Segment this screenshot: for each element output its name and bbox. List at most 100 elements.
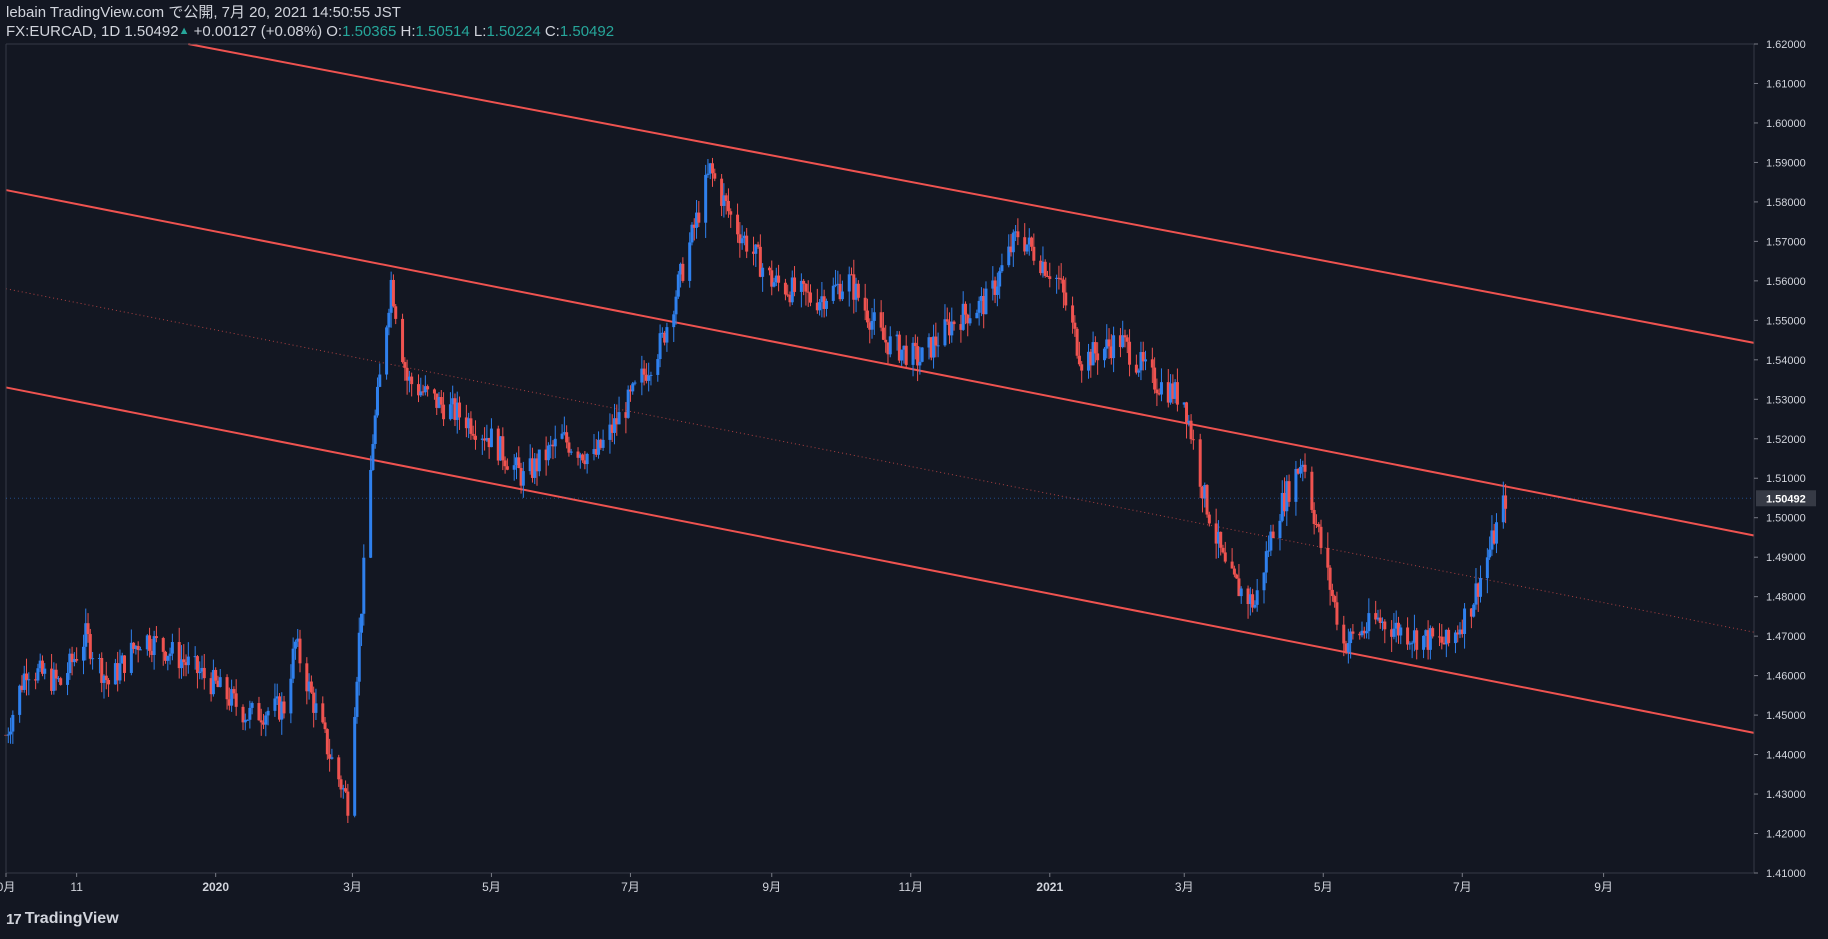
candle-body bbox=[1267, 550, 1271, 552]
candle-body bbox=[1333, 596, 1337, 603]
candle-body bbox=[59, 678, 63, 685]
candle-body bbox=[995, 286, 999, 295]
x-tick-label: 2020 bbox=[202, 880, 229, 894]
candle-body bbox=[740, 238, 744, 244]
y-tick-label: 1.53000 bbox=[1766, 394, 1806, 406]
candle-body bbox=[656, 359, 660, 375]
candle-body bbox=[1410, 642, 1414, 644]
candle-body bbox=[626, 389, 630, 418]
y-tick-label: 1.43000 bbox=[1766, 789, 1806, 801]
candle-body bbox=[676, 274, 680, 297]
candle-body bbox=[168, 653, 172, 657]
y-tick-label: 1.42000 bbox=[1766, 829, 1806, 841]
candle-body bbox=[250, 703, 254, 708]
candle-body bbox=[410, 376, 414, 385]
candle-body bbox=[726, 200, 730, 212]
candle-body bbox=[1219, 531, 1223, 548]
candle-body bbox=[1278, 520, 1282, 539]
candle-body bbox=[6, 734, 10, 736]
x-tick-label: 11月 bbox=[899, 880, 923, 894]
x-tick-label: 5月 bbox=[482, 880, 501, 894]
candle-body bbox=[1399, 627, 1403, 636]
price-chart[interactable]: 1.41000 1.42000 1.43000 1.44000 1.45000 1.460… bbox=[0, 0, 1828, 939]
candle-body bbox=[357, 632, 361, 682]
candle-body bbox=[11, 714, 15, 732]
x-tick-label: 0月 bbox=[0, 880, 15, 894]
candle-body bbox=[91, 658, 95, 660]
candle-body bbox=[952, 321, 956, 325]
candle-body bbox=[323, 722, 327, 730]
candle-body bbox=[1185, 402, 1189, 424]
candle-body bbox=[943, 319, 947, 346]
candle-body bbox=[649, 374, 653, 376]
candle-body bbox=[104, 675, 108, 680]
candle-body bbox=[232, 689, 236, 694]
y-tick-label: 1.55000 bbox=[1766, 315, 1806, 327]
candle-body bbox=[266, 710, 270, 716]
candle-body bbox=[378, 374, 382, 387]
candle-body bbox=[1326, 547, 1330, 568]
candle-body bbox=[1080, 364, 1084, 371]
candle-body bbox=[1447, 629, 1451, 644]
candle-body bbox=[1175, 382, 1179, 405]
candle-body bbox=[647, 375, 651, 381]
candle-body bbox=[234, 693, 238, 707]
candle-body bbox=[1144, 359, 1148, 362]
candle-body bbox=[309, 681, 313, 693]
candle-body bbox=[1330, 589, 1334, 597]
candle-body bbox=[913, 342, 917, 347]
candle-body bbox=[1351, 631, 1355, 634]
candle-body bbox=[808, 292, 812, 303]
candle-body bbox=[1123, 335, 1127, 338]
candle-body bbox=[1335, 602, 1339, 625]
candle-body bbox=[688, 242, 692, 281]
candle-body bbox=[182, 659, 186, 663]
tradingview-logo[interactable]: 17 TradingView bbox=[6, 910, 119, 928]
candle-body bbox=[1262, 572, 1266, 591]
candle-body bbox=[998, 271, 1002, 287]
candle-body bbox=[202, 667, 206, 679]
y-tick-label: 1.54000 bbox=[1766, 355, 1806, 367]
candle-body bbox=[934, 336, 938, 346]
candle-body bbox=[1346, 643, 1350, 653]
candle-body bbox=[984, 288, 988, 315]
candle-body bbox=[834, 284, 838, 286]
candle-body bbox=[1223, 552, 1227, 562]
candle-body bbox=[879, 312, 883, 328]
candle-body bbox=[1408, 643, 1412, 645]
candle-body bbox=[489, 428, 493, 448]
candle-body bbox=[88, 634, 92, 659]
candle-body bbox=[36, 668, 40, 681]
candle-body bbox=[1064, 292, 1068, 306]
candle-body bbox=[1048, 276, 1052, 279]
price-change: +0.00127 (+0.08%) bbox=[193, 23, 323, 40]
candle-body bbox=[565, 432, 569, 443]
candle-body bbox=[442, 404, 446, 420]
candle-body bbox=[1494, 522, 1498, 544]
candle-body bbox=[369, 469, 373, 558]
candle-body bbox=[1392, 628, 1396, 637]
candle-body bbox=[567, 442, 571, 453]
x-tick-label: 7月 bbox=[621, 880, 640, 894]
candle-body bbox=[772, 282, 776, 287]
candle-body bbox=[617, 412, 621, 425]
candle-body bbox=[314, 703, 318, 713]
candle-body bbox=[856, 283, 860, 298]
candle-body bbox=[198, 671, 202, 674]
candle-body bbox=[553, 438, 557, 447]
candle-body bbox=[1198, 439, 1202, 487]
candle-body bbox=[330, 757, 334, 759]
candle-body bbox=[560, 433, 564, 439]
x-tick-label: 2021 bbox=[1036, 880, 1063, 894]
candle-body bbox=[1488, 549, 1492, 558]
last-price: 1.50492 bbox=[124, 23, 179, 40]
candle-body bbox=[9, 731, 13, 735]
candle-body bbox=[293, 641, 297, 649]
candle-body bbox=[439, 397, 443, 405]
candle-body bbox=[802, 280, 806, 284]
candle-body bbox=[154, 636, 158, 639]
candle-body bbox=[1365, 631, 1369, 634]
candle-body bbox=[161, 638, 165, 652]
candle-body bbox=[1463, 608, 1467, 634]
candle-body bbox=[218, 677, 222, 687]
